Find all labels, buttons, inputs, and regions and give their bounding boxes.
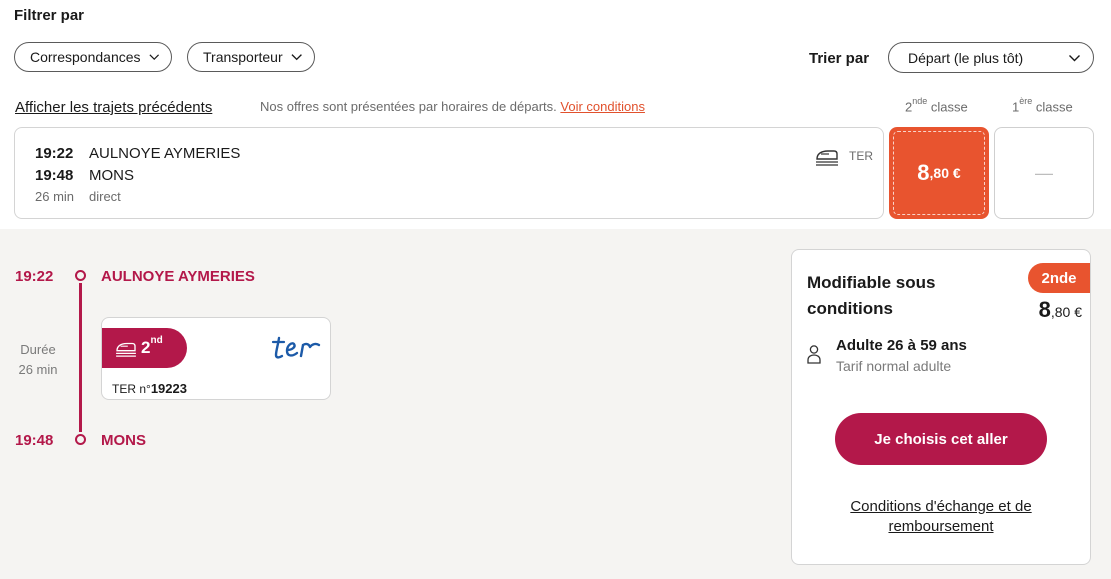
- sort-select[interactable]: Départ (le plus tôt): [888, 42, 1094, 73]
- journey-connection: direct: [89, 189, 121, 204]
- journey-duration: 26 min: [35, 189, 75, 204]
- train-number-value: 19223: [150, 381, 187, 396]
- arrival-station: MONS: [89, 167, 134, 184]
- second-class-header: 2nde classe: [905, 96, 968, 115]
- journey-card[interactable]: 19:22 AULNOYE AYMERIES 19:48 MONS 26 min…: [14, 127, 884, 219]
- chevron-down-icon: [291, 54, 302, 61]
- class2-superscript: nde: [912, 96, 928, 106]
- transporteur-filter-label: Transporteur: [203, 49, 283, 65]
- offers-note-text: Nos offres sont présentées par horaires …: [260, 99, 557, 114]
- correspondances-filter-dropdown[interactable]: Correspondances: [14, 42, 172, 72]
- timeline-arrival-time: 19:48: [15, 432, 54, 449]
- first-class-header: 1ère classe: [1012, 96, 1073, 115]
- selected-outline: [893, 131, 985, 215]
- arrival-stop-marker: [75, 434, 86, 445]
- passenger-tarif: Tarif normal adulte: [836, 358, 952, 374]
- view-conditions-link[interactable]: Voir conditions: [560, 99, 645, 114]
- carrier-label: TER: [849, 149, 873, 163]
- timeline-departure-station: AULNOYE AYMERIES: [101, 268, 255, 285]
- class1-word: classe: [1035, 99, 1073, 115]
- correspondances-filter-label: Correspondances: [30, 49, 141, 65]
- duration-label: Durée: [20, 342, 56, 357]
- second-class-price-button[interactable]: 8,80 €: [889, 127, 989, 219]
- fare-class-tag: 2nde: [1028, 263, 1090, 293]
- exchange-refund-conditions-link[interactable]: Conditions d'échange et de remboursement: [822, 497, 1060, 537]
- departure-station: AULNOYE AYMERIES: [89, 145, 241, 162]
- train-number-prefix: TER n°: [112, 382, 151, 396]
- badge-sup: nd: [150, 335, 163, 347]
- chevron-down-icon: [148, 54, 159, 61]
- sort-label: Trier par: [809, 50, 870, 67]
- first-class-price-unavailable: —: [1035, 162, 1053, 183]
- transporteur-filter-dropdown[interactable]: Transporteur: [187, 42, 315, 72]
- filter-title: Filtrer par: [14, 7, 85, 24]
- train-segment-card: 2nd TER n°19223: [101, 317, 331, 400]
- timeline-line: [79, 283, 82, 432]
- fare-price: 8,80 €: [1039, 297, 1082, 323]
- timeline-departure-time: 19:22: [15, 268, 54, 285]
- sort-select-value: Départ (le plus tôt): [908, 49, 1024, 66]
- class2-word: classe: [930, 99, 968, 115]
- duration-value: 26 min: [18, 362, 58, 377]
- ter-logo-icon: [271, 336, 321, 359]
- fare-price-decimal: ,80 €: [1050, 304, 1082, 320]
- train-icon: [816, 150, 838, 166]
- timeline-arrival-station: MONS: [101, 432, 146, 449]
- choose-outbound-button[interactable]: Je choisis cet aller: [835, 413, 1047, 465]
- fare-card: Modifiable sous conditions 2nde 8,80 € A…: [791, 249, 1091, 565]
- train-icon: [116, 342, 136, 357]
- arrival-time: 19:48: [35, 167, 74, 184]
- class-badge-number: 2nd: [141, 335, 163, 358]
- first-class-price-button[interactable]: —: [994, 127, 1094, 219]
- departure-time: 19:22: [35, 145, 74, 162]
- offers-note: Nos offres sont présentées par horaires …: [260, 99, 645, 114]
- previous-journeys-link[interactable]: Afficher les trajets précédents: [15, 99, 212, 116]
- train-number: TER n°19223: [112, 381, 187, 396]
- chevron-down-icon: [1069, 54, 1080, 61]
- passenger-type: Adulte 26 à 59 ans: [836, 337, 967, 354]
- fare-price-integer: 8: [1038, 297, 1051, 322]
- person-icon: [807, 345, 821, 364]
- class-badge: 2nd: [102, 328, 187, 368]
- fare-title: Modifiable sous conditions: [807, 273, 936, 318]
- class1-superscript: ère: [1019, 96, 1033, 106]
- departure-stop-marker: [75, 270, 86, 281]
